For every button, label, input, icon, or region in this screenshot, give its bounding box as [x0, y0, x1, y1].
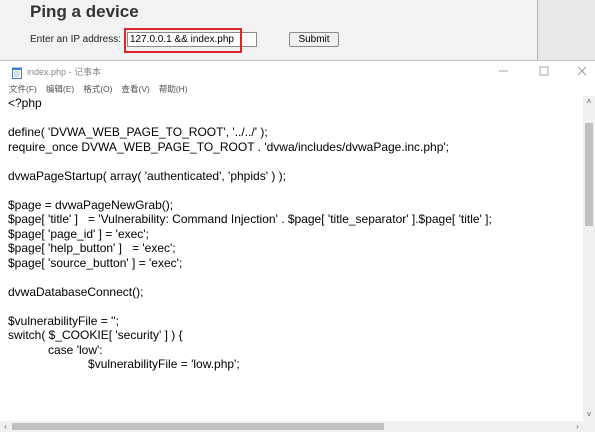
menu-help[interactable]: 帮助(H) — [159, 83, 188, 95]
code-line: define( 'DVWA_WEB_PAGE_TO_ROOT', '../../… — [8, 125, 268, 139]
code-line: dvwaDatabaseConnect(); — [8, 284, 144, 299]
code-line: case 'low': — [8, 342, 103, 357]
horizontal-scrollbar[interactable]: ‹ › — [0, 421, 583, 432]
menu-bar: 文件(F) 编辑(E) 格式(O) 查看(V) 帮助(H) — [0, 82, 595, 96]
code-line: $page[ 'title' ] = 'Vulnerability: Comma… — [8, 212, 492, 226]
web-page: Ping a device Enter an IP address: Submi… — [0, 0, 595, 60]
scroll-right-icon[interactable]: › — [572, 421, 583, 432]
vertical-scroll-thumb[interactable] — [585, 123, 593, 226]
right-panel — [538, 0, 595, 60]
page-title: Ping a device — [30, 2, 139, 21]
horizontal-scroll-thumb[interactable] — [12, 423, 384, 430]
code-line: $page = dvwaPageNewGrab(); — [8, 197, 174, 212]
notepad-window: index.php - 记事本 文件(F) 编辑(E) 格式(O) 查看(V) … — [0, 60, 595, 432]
menu-file[interactable]: 文件(F) — [9, 83, 37, 95]
code-line: $page[ 'source_button' ] = 'exec'; — [8, 255, 183, 270]
code-line: dvwaPageStartup( array( 'authenticated',… — [8, 168, 286, 183]
notepad-icon — [11, 66, 23, 79]
close-icon[interactable] — [569, 62, 595, 80]
ip-address-label: Enter an IP address: — [30, 34, 121, 45]
maximize-icon[interactable] — [531, 62, 557, 80]
scroll-up-icon[interactable]: ˄ — [583, 96, 595, 108]
scroll-down-icon[interactable]: ˅ — [583, 409, 595, 421]
submit-button[interactable]: Submit — [289, 32, 339, 47]
ip-address-input[interactable] — [127, 32, 257, 47]
code-line: $vulnerabilityFile = 'low.php'; — [8, 357, 240, 371]
title-bar[interactable]: index.php - 记事本 — [0, 61, 595, 82]
code-line: switch( $_COOKIE[ 'security' ] ) { — [8, 328, 183, 342]
code-line: require_once DVWA_WEB_PAGE_TO_ROOT . 'dv… — [8, 139, 450, 154]
code-line: $page[ 'page_id' ] = 'exec'; — [8, 226, 149, 241]
scroll-left-icon[interactable]: ‹ — [0, 421, 11, 432]
vertical-scrollbar[interactable]: ˄ ˅ — [583, 96, 595, 421]
scrollbar-corner — [583, 421, 595, 432]
text-editor[interactable]: <?php define( 'DVWA_WEB_PAGE_TO_ROOT', '.… — [8, 96, 583, 421]
code-line: $vulnerabilityFile = ''; — [8, 313, 119, 328]
menu-format[interactable]: 格式(O) — [83, 83, 112, 95]
minimize-icon[interactable] — [491, 62, 517, 80]
menu-edit[interactable]: 编辑(E) — [46, 83, 74, 95]
code-line: $page[ 'help_button' ] = 'exec'; — [8, 241, 176, 255]
window-title: index.php - 记事本 — [27, 67, 102, 77]
code-line: <?php — [8, 96, 42, 110]
menu-view[interactable]: 查看(V) — [121, 83, 149, 95]
